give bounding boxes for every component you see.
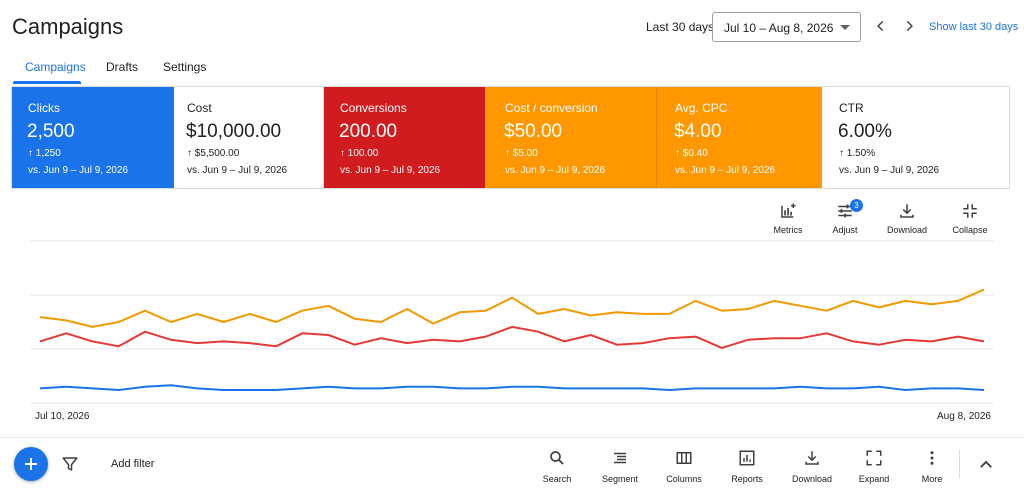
search-button[interactable]: Search — [528, 449, 586, 484]
active-tab-indicator — [13, 81, 81, 84]
scorecard-comparison: vs. Jun 9 – Jul 9, 2026 — [505, 165, 606, 176]
series-line-2 — [39, 384, 985, 391]
search-button-label: Search — [542, 474, 572, 484]
download-icon — [805, 451, 819, 465]
table-download-label: Download — [791, 474, 833, 484]
metrics-button-label: Metrics — [773, 225, 803, 235]
tab-settings[interactable]: Settings — [163, 60, 206, 74]
scorecard-ctr[interactable]: CTR 6.00% ↑ 1.50% vs. Jun 9 – Jul 9, 202… — [822, 87, 1009, 188]
add-chart-icon — [781, 203, 796, 218]
x-axis-end-label: Aug 8, 2026 — [937, 411, 991, 422]
scorecard-name: CTR — [839, 101, 864, 115]
segment-icon — [614, 452, 626, 464]
scorecard-delta: ↑ 1.50% — [839, 148, 876, 159]
scorecard-delta: ↑ $5.00 — [505, 148, 538, 159]
scorecard-value: $50.00 — [504, 121, 563, 142]
tab-drafts[interactable]: Drafts — [106, 60, 138, 74]
scorecard-value: 6.00% — [838, 121, 892, 142]
scorecard-value: $10,000.00 — [186, 121, 282, 142]
scorecards: Clicks 2,500 ↑ 1,250 vs. Jun 9 – Jul 9, … — [11, 86, 1010, 189]
page-header: Campaigns Last 30 days Jul 10 – Aug 8, 2… — [0, 0, 1024, 52]
expand-button-label: Expand — [858, 474, 890, 484]
scorecard-cost-per-conversion[interactable]: Cost / conversion $50.00 ↑ $5.00 vs. Jun… — [485, 87, 657, 188]
scorecard-conversions[interactable]: Conversions 200.00 ↑ 100.00 vs. Jun 9 – … — [324, 87, 485, 188]
adjust-button[interactable]: 3 Adjust — [815, 199, 875, 235]
more-vert-icon — [930, 451, 934, 465]
show-last-30-days-link[interactable]: Show last 30 days — [929, 21, 1018, 33]
chart-download-button[interactable]: Download — [877, 200, 937, 235]
scorecard-name: Conversions — [340, 101, 407, 115]
x-axis-start-label: Jul 10, 2026 — [35, 411, 90, 422]
toolbar-separator — [959, 449, 960, 479]
previous-period-button[interactable] — [871, 16, 891, 36]
chevron-left-icon — [877, 20, 884, 32]
campaigns-page: Campaigns Last 30 days Jul 10 – Aug 8, 2… — [0, 0, 1024, 494]
metrics-button[interactable]: Metrics — [758, 200, 818, 235]
chevron-right-icon — [906, 20, 913, 32]
page-title: Campaigns — [12, 14, 124, 39]
more-button-label: More — [921, 474, 943, 484]
chart-download-label: Download — [886, 225, 928, 235]
scorecard-name: Cost / conversion — [505, 101, 598, 115]
dropdown-caret-icon — [840, 25, 850, 30]
adjust-count-badge: 3 — [850, 199, 863, 212]
tab-campaigns[interactable]: Campaigns — [25, 60, 86, 74]
scorecard-comparison: vs. Jun 9 – Jul 9, 2026 — [28, 165, 129, 176]
more-button[interactable]: More — [903, 449, 961, 484]
expand-icon — [866, 450, 882, 466]
scorecard-delta: ↑ $5,500.00 — [187, 148, 240, 159]
columns-button[interactable]: Columns — [655, 449, 713, 484]
scorecard-value: 200.00 — [339, 121, 398, 142]
scorecard-cost[interactable]: Cost $10,000.00 ↑ $5,500.00 vs. Jun 9 – … — [174, 87, 324, 188]
collapse-chart-label: Collapse — [952, 225, 988, 235]
columns-icon — [676, 452, 692, 464]
scorecard-comparison: vs. Jun 9 – Jul 9, 2026 — [675, 165, 776, 176]
expand-button[interactable]: Expand — [845, 449, 903, 484]
divider — [0, 437, 1024, 438]
scorecard-name: Clicks — [28, 101, 60, 115]
plus-icon — [25, 458, 37, 470]
add-campaign-button[interactable] — [14, 447, 48, 481]
add-filter-button[interactable]: Add filter — [111, 458, 154, 470]
columns-button-label: Columns — [666, 474, 702, 484]
filter-icon[interactable] — [61, 455, 79, 473]
chevron-up-icon[interactable] — [977, 456, 995, 474]
reports-icon — [739, 450, 755, 466]
scorecard-name: Avg. CPC — [675, 101, 728, 115]
collapse-chart-button[interactable]: Collapse — [940, 200, 1000, 235]
adjust-button-label: Adjust — [832, 225, 858, 235]
chart-toolbar: Metrics 3 Adjust Download Collapse — [0, 199, 1024, 236]
collapse-icon — [963, 204, 977, 218]
scorecard-value: $4.00 — [674, 121, 722, 142]
performance-chart — [30, 236, 994, 408]
tab-bar: Campaigns Drafts Settings — [0, 52, 1024, 84]
date-range-picker[interactable]: Jul 10 – Aug 8, 2026 — [712, 12, 861, 42]
table-download-button[interactable]: Download — [783, 449, 841, 484]
scorecard-clicks[interactable]: Clicks 2,500 ↑ 1,250 vs. Jun 9 – Jul 9, … — [12, 87, 174, 188]
download-icon — [900, 204, 914, 218]
line-chart — [30, 240, 994, 404]
search-icon — [550, 451, 564, 465]
scorecard-delta: ↑ 1,250 — [28, 148, 61, 159]
series-line-1 — [39, 325, 985, 349]
segment-button-label: Segment — [601, 474, 639, 484]
reports-button-label: Reports — [731, 474, 763, 484]
scorecard-avg-cpc[interactable]: Avg. CPC $4.00 ↑ $0.40 vs. Jun 9 – Jul 9… — [657, 87, 822, 188]
segment-button[interactable]: Segment — [591, 449, 649, 484]
scorecard-comparison: vs. Jun 9 – Jul 9, 2026 — [340, 165, 441, 176]
scorecard-delta: ↑ 100.00 — [340, 148, 379, 159]
scorecard-comparison: vs. Jun 9 – Jul 9, 2026 — [839, 165, 940, 176]
reports-button[interactable]: Reports — [718, 449, 776, 484]
date-range-value: Jul 10 – Aug 8, 2026 — [724, 21, 834, 35]
scorecard-delta: ↑ $0.40 — [675, 148, 708, 159]
date-range-label: Last 30 days — [646, 20, 715, 34]
next-period-button[interactable] — [899, 16, 919, 36]
scorecard-comparison: vs. Jun 9 – Jul 9, 2026 — [187, 165, 288, 176]
scorecard-value: 2,500 — [27, 121, 75, 142]
scorecard-name: Cost — [187, 101, 212, 115]
